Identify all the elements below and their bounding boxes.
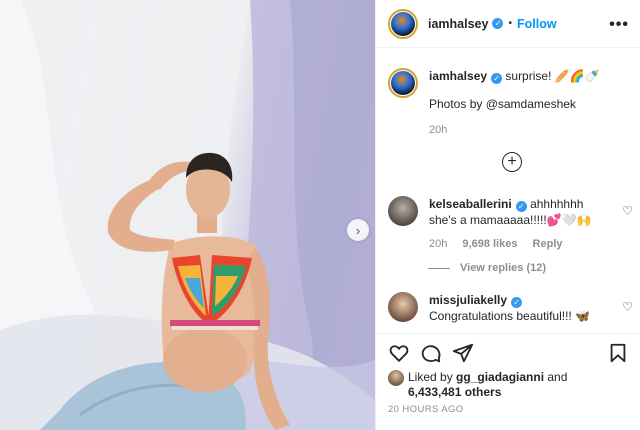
verified-badge-icon: ✓ [491,73,503,84]
comment-item: missjuliakelly ✓ Congratulations beautifu… [388,292,633,332]
post-details-panel: iamhalsey ✓ • Follow ••• iamhalsey ✓ surp… [375,0,640,430]
comment-text: Congratulations beautiful!!! 🦋 [429,309,591,323]
comment-time[interactable]: 20h [429,238,447,250]
verified-badge-icon: ✓ [515,201,527,212]
liker-avatar[interactable] [388,370,404,386]
comment-likes[interactable]: 9,698 likes [462,238,517,250]
author-username[interactable]: iamhalsey [428,17,488,31]
load-more-comments-button[interactable]: + [502,152,522,172]
comment-bubble-icon[interactable] [420,342,442,364]
bookmark-icon[interactable] [607,342,629,364]
follow-button[interactable]: Follow [517,17,557,31]
post-photo[interactable]: › [0,0,375,430]
caption-text: surprise! 🥖🌈🍼 [505,69,600,83]
comment-item: kelseaballerini ✓ ahhhhhhh she's a mamaaa… [388,196,633,256]
post-footer: Liked by gg_giadagianni and 6,433,481 ot… [376,333,640,430]
verified-badge-icon: ✓ [492,18,504,29]
comment-like-heart-icon[interactable]: ♡ [622,300,633,314]
view-replies-button[interactable]: View replies (12) [428,262,546,274]
liked-by-and: and [544,370,568,384]
caption-avatar[interactable] [388,68,418,98]
comment-like-heart-icon[interactable]: ♡ [622,204,633,218]
caption-mention-link[interactable]: @samdameshek [486,97,576,111]
more-options-icon[interactable]: ••• [609,16,629,34]
chevron-right-icon: › [355,222,361,238]
liked-by-user[interactable]: gg_giadagianni [456,370,544,384]
replies-divider [428,267,450,269]
separator-dot: • [508,18,512,29]
photo-illustration [0,0,375,430]
liked-by-prefix: Liked by [408,370,457,384]
reply-button[interactable]: Reply [533,238,563,250]
commenter-avatar[interactable] [388,196,418,226]
caption-credit: Photos by [429,97,486,111]
verified-badge-icon: ✓ [511,297,523,308]
author-avatar[interactable] [388,8,418,39]
commenter-username[interactable]: missjuliakelly [429,293,507,307]
paper-plane-icon[interactable] [452,342,474,364]
post-timestamp[interactable]: 20 HOURS AGO [388,404,464,415]
caption-username[interactable]: iamhalsey [429,69,487,83]
comments-list[interactable]: iamhalsey ✓ surprise! 🥖🌈🍼 Photos by @samd… [376,48,640,333]
action-bar [388,342,629,366]
liked-by-others[interactable]: 6,433,481 others [408,385,501,399]
caption: iamhalsey ✓ surprise! 🥖🌈🍼 Photos by @samd… [388,68,633,148]
post-header: iamhalsey ✓ • Follow ••• [376,0,640,48]
commenter-username[interactable]: kelseaballerini [429,197,512,211]
plus-circle-icon: + [507,153,517,170]
caption-time[interactable]: 20h [429,124,447,136]
commenter-avatar[interactable] [388,292,418,322]
next-photo-button[interactable]: › [347,219,369,241]
heart-outline-icon[interactable] [388,342,410,364]
view-replies-label: View replies (12) [460,262,547,274]
